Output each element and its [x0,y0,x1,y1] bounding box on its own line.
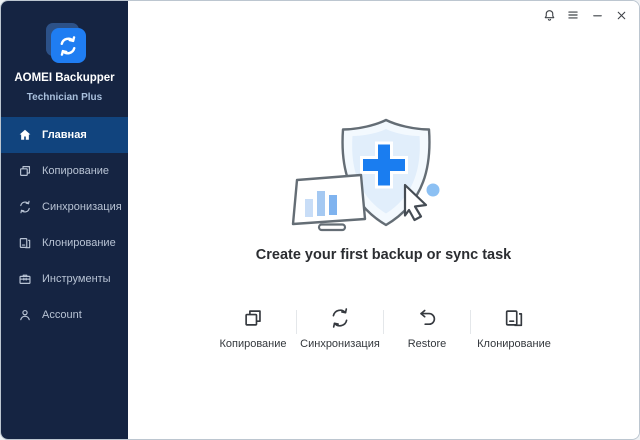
dot-accent [426,184,439,197]
sidebar-menu: Главная Копирование [1,117,128,333]
clone-icon [503,306,525,330]
sync-icon [329,306,351,330]
close-icon [615,9,628,22]
sidebar-item-sync[interactable]: Синхронизация [1,189,128,225]
sidebar-item-label: Копирование [42,165,109,177]
menu-button[interactable] [562,4,584,26]
sidebar-item-label: Главная [42,129,87,141]
tools-icon [18,272,32,286]
titlebar-controls [538,4,632,26]
sync-logo-icon [43,22,87,66]
sidebar: AOMEI Backupper Technician Plus Главная … [1,1,128,439]
sync-icon [18,200,32,214]
action-label: Копирование [219,338,286,350]
sidebar-item-label: Клонирование [42,237,116,249]
minimize-button[interactable] [586,4,608,26]
home-icon [18,128,32,142]
sidebar-item-label: Инструменты [42,273,111,285]
notifications-button[interactable] [538,4,560,26]
aomei-backupper-window: AOMEI Backupper Technician Plus Главная … [0,0,640,440]
account-icon [18,308,32,322]
sidebar-item-backup[interactable]: Копирование [1,153,128,189]
sidebar-item-tools[interactable]: Инструменты [1,261,128,297]
monitor-chart-icon [293,175,365,230]
action-restore[interactable]: Restore [384,306,470,350]
clone-icon [18,236,32,250]
quick-actions: Копирование Синхронизация [128,306,639,350]
copy-icon [18,164,32,178]
main-content: Create your first backup or sync task Ко… [128,1,639,439]
sidebar-item-account[interactable]: Account [1,297,128,333]
app-name: AOMEI Backupper [1,72,128,84]
app-edition: Technician Plus [1,92,128,103]
close-button[interactable] [610,4,632,26]
sidebar-item-label: Account [42,309,82,321]
empty-state-heading: Create your first backup or sync task [128,247,639,263]
action-label: Синхронизация [300,338,380,350]
sidebar-item-home[interactable]: Главная [1,117,128,153]
empty-state-illustration [284,105,484,240]
action-label: Клонирование [477,338,551,350]
sidebar-item-clone[interactable]: Клонирование [1,225,128,261]
action-clone[interactable]: Клонирование [471,306,557,350]
hamburger-icon [566,8,580,22]
action-label: Restore [408,338,447,350]
copy-icon [242,306,264,330]
sidebar-item-label: Синхронизация [42,201,122,213]
minimize-icon [591,9,604,22]
action-sync[interactable]: Синхронизация [297,306,383,350]
app-logo: AOMEI Backupper Technician Plus [1,1,128,103]
restore-icon [416,306,438,330]
bell-icon [542,8,557,23]
action-backup[interactable]: Копирование [210,306,296,350]
